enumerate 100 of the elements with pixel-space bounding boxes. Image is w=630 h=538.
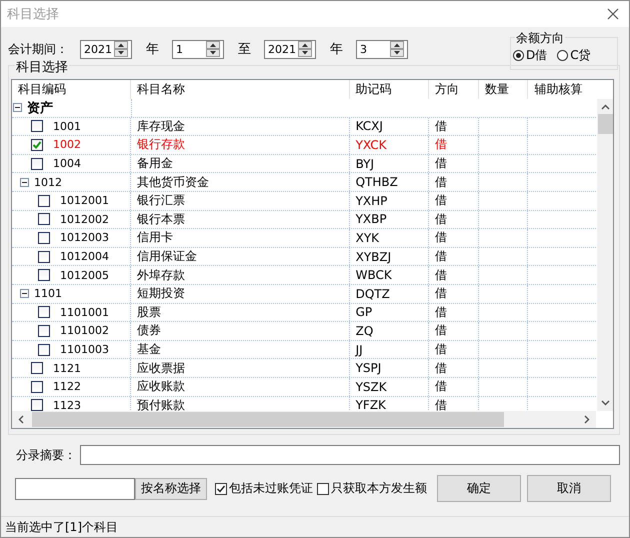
- window-title: 科目选择: [7, 6, 59, 23]
- summary-label: 分录摘要：: [16, 446, 76, 464]
- checkbox[interactable]: [38, 306, 50, 318]
- column-header[interactable]: 科目编码: [12, 80, 132, 99]
- ok-button[interactable]: 确定: [437, 475, 521, 502]
- summary-field[interactable]: [80, 445, 620, 465]
- collapse-icon[interactable]: [13, 103, 22, 112]
- account-code: 1012005: [60, 268, 109, 282]
- table-cell: 短期投资: [131, 284, 350, 303]
- unit-label: 至: [238, 41, 251, 58]
- table-cell: 债券: [131, 322, 350, 340]
- table-cell: 借: [429, 248, 479, 266]
- spin-arrows-icon[interactable]: [298, 41, 312, 57]
- spin-arrows-icon[interactable]: [390, 41, 404, 57]
- group-title: 科目选择: [15, 58, 69, 76]
- scroll-right-icon[interactable]: [584, 415, 590, 424]
- table-cell: 外埠存款: [131, 266, 350, 284]
- scroll-thumb[interactable]: [32, 412, 504, 427]
- table-cell: XYK: [350, 229, 430, 247]
- checkbox[interactable]: [38, 269, 50, 282]
- table-cell: BYJ: [350, 154, 430, 172]
- radio-option[interactable]: C贷: [557, 47, 591, 64]
- column-header[interactable]: 助记码: [350, 80, 430, 99]
- checkbox[interactable]: [31, 380, 43, 393]
- unit-label: 年: [146, 41, 159, 58]
- select-by-name-button[interactable]: 按名称选择: [135, 478, 207, 500]
- column-header[interactable]: 科目名称: [131, 80, 350, 99]
- table-cell: 其他货币资金: [131, 173, 350, 191]
- column-header[interactable]: 方向: [429, 80, 479, 99]
- option-checkbox[interactable]: 包括未过账凭证: [215, 480, 313, 497]
- account-code: 1012001: [60, 194, 109, 208]
- spin-arrows-icon[interactable]: [114, 41, 128, 57]
- account-code: 1123: [53, 398, 81, 411]
- checkbox[interactable]: [38, 250, 50, 263]
- table-cell: 借: [429, 378, 479, 396]
- table-cell: 借: [429, 229, 479, 247]
- name-search-field[interactable]: [15, 478, 135, 500]
- table-cell: WBCK: [350, 266, 430, 284]
- number-spinner[interactable]: 2021: [80, 40, 132, 58]
- period-label: 会计期间：: [8, 40, 68, 58]
- table-cell: 股票: [131, 304, 350, 322]
- account-code: 1012: [34, 176, 62, 189]
- account-code: 1002: [53, 138, 81, 152]
- collapse-icon[interactable]: [20, 289, 29, 298]
- number-spinner[interactable]: 3: [356, 40, 408, 58]
- checkbox[interactable]: [38, 194, 50, 207]
- table-cell: 借: [429, 284, 479, 303]
- table-cell: 借: [429, 118, 479, 136]
- table-cell: 基金: [131, 340, 350, 358]
- table-cell: YXBP: [350, 210, 430, 228]
- vertical-scrollbar[interactable]: [597, 99, 613, 411]
- checkbox[interactable]: [38, 344, 50, 356]
- scroll-up-icon[interactable]: [600, 104, 610, 110]
- table-cell: 借: [429, 192, 479, 210]
- radio-icon[interactable]: [557, 50, 568, 61]
- unit-label: 年: [330, 41, 343, 58]
- spin-arrows-icon[interactable]: [206, 41, 220, 57]
- checkbox[interactable]: [38, 232, 50, 244]
- table-cell: 借: [429, 154, 479, 172]
- checkbox[interactable]: [215, 482, 227, 494]
- collapse-icon[interactable]: [20, 178, 29, 187]
- option-checkbox[interactable]: 只获取本方发生额: [317, 480, 427, 497]
- column-header[interactable]: 数量: [478, 80, 528, 99]
- account-code: 1001: [53, 120, 81, 133]
- checkbox[interactable]: [31, 362, 43, 374]
- number-spinner[interactable]: 2021: [264, 40, 316, 58]
- table-cell: 应收账款: [131, 378, 350, 396]
- horizontal-scrollbar[interactable]: [12, 411, 596, 428]
- scroll-left-icon[interactable]: [18, 415, 24, 424]
- table-cell: 应收票据: [131, 359, 350, 377]
- radio-option[interactable]: D借: [513, 47, 548, 64]
- table-cell: ZQ: [350, 322, 430, 340]
- account-code: 1121: [53, 362, 81, 375]
- checkbox[interactable]: [38, 324, 50, 337]
- table-cell: 借: [429, 173, 479, 191]
- cancel-button[interactable]: 取消: [527, 475, 611, 502]
- table-cell: XYBZJ: [350, 248, 430, 266]
- table-cell: KCXJ: [350, 118, 430, 136]
- table-cell: 借: [429, 304, 479, 322]
- checkbox[interactable]: [31, 158, 43, 170]
- status-bar: 当前选中了[1]个科目: [1, 516, 629, 537]
- group-title: 余额方向: [515, 30, 565, 47]
- scroll-thumb[interactable]: [598, 114, 612, 134]
- column-header[interactable]: 辅助核算: [528, 80, 596, 99]
- table-cell: 借: [429, 266, 479, 284]
- account-code: 1004: [53, 157, 81, 170]
- category-label: 资产: [27, 100, 53, 117]
- table-cell: 借: [429, 136, 479, 154]
- account-code: 1101001: [60, 306, 109, 319]
- account-code: 1122: [53, 380, 81, 394]
- checkbox[interactable]: [317, 482, 329, 494]
- table-cell: YSZK: [350, 378, 430, 396]
- checkbox[interactable]: [31, 138, 43, 151]
- radio-icon[interactable]: [513, 50, 524, 61]
- scroll-down-icon[interactable]: [600, 400, 610, 406]
- checkbox[interactable]: [31, 120, 43, 132]
- checkbox[interactable]: [38, 213, 50, 226]
- number-spinner[interactable]: 1: [172, 40, 224, 58]
- close-icon[interactable]: [607, 8, 619, 20]
- checkbox[interactable]: [31, 399, 43, 411]
